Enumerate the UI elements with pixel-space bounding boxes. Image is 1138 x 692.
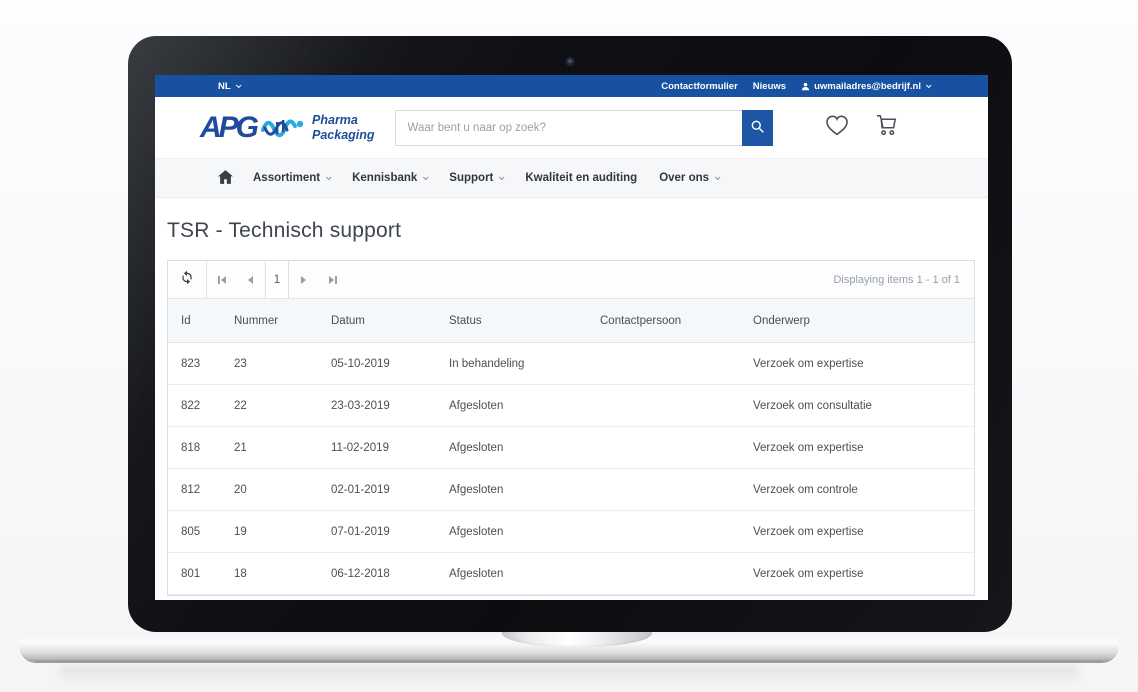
search-input[interactable] [395,110,742,146]
refresh-button[interactable] [168,261,206,298]
table-row[interactable]: 801 18 06-12-2018 Afgesloten Verzoek om … [168,553,974,595]
topbar: NL Contactformulier Nieuws uwmailadres@b… [155,75,988,97]
chevron-down-icon [236,82,242,88]
first-page-icon [221,276,226,284]
grid-toolbar: 1 Displaying items 1 - 1 of 1 [168,261,974,299]
topbar-link-nieuws[interactable]: Nieuws [753,81,786,92]
refresh-icon [180,270,194,289]
column-header-contactpersoon[interactable]: Contactpersoon [587,315,740,327]
grid-header-row: Id Nummer Datum Status Contactpersoon On… [168,299,974,343]
table-row[interactable]: 818 21 11-02-2019 Afgesloten Verzoek om … [168,427,974,469]
user-icon [801,82,810,91]
laptop-bezel: NL Contactformulier Nieuws uwmailadres@b… [128,36,1012,632]
page-content: TSR - Technisch support [155,219,988,596]
prev-page-icon [248,276,253,284]
wishlist-button[interactable] [824,114,850,142]
laptop-reflection [60,666,1078,688]
pager-last-button[interactable] [318,261,347,298]
website: NL Contactformulier Nieuws uwmailadres@b… [155,75,988,600]
table-row[interactable]: 812 20 02-01-2019 Afgesloten Verzoek om … [168,469,974,511]
cart-button[interactable] [874,114,898,142]
pager-next-button[interactable] [289,261,318,298]
chevron-down-icon [926,82,932,88]
nav-item-over-ons[interactable]: Over ons [659,172,719,184]
table-row[interactable]: 823 23 05-10-2019 In behandeling Verzoek… [168,343,974,385]
page-title: TSR - Technisch support [167,219,975,243]
laptop-base-notch [502,632,652,647]
account-menu[interactable]: uwmailadres@bedrijf.nl [801,81,930,92]
main-nav: Assortiment Kennisbank Support Kwaliteit… [155,158,988,198]
laptop-base [20,632,1118,662]
search-bar [395,110,773,146]
cart-icon [874,114,898,142]
column-header-datum[interactable]: Datum [318,315,436,327]
table-row[interactable]: 822 22 23-03-2019 Afgesloten Verzoek om … [168,385,974,427]
chevron-down-icon [499,174,505,180]
pager-current-page[interactable]: 1 [265,261,289,298]
nav-home[interactable] [218,170,233,187]
topbar-link-contactformulier[interactable]: Contactformulier [661,81,738,92]
pager-prev-button[interactable] [236,261,265,298]
logo[interactable]: APG Pharma Packaging [200,113,375,143]
chevron-down-icon [423,174,429,180]
support-tickets-grid: 1 Displaying items 1 - 1 of 1 Id Nummer … [167,260,975,596]
next-page-icon [301,276,306,284]
account-email: uwmailadres@bedrijf.nl [814,81,921,92]
logo-brand-text: APG [200,113,256,143]
nav-item-kennisbank[interactable]: Kennisbank [352,172,427,184]
search-icon [750,119,765,137]
language-selector[interactable]: NL [218,81,240,92]
logo-tagline: Pharma Packaging [312,113,375,142]
laptop-screen: NL Contactformulier Nieuws uwmailadres@b… [155,75,988,600]
heart-icon [824,114,850,142]
table-row[interactable]: 805 19 07-01-2019 Afgesloten Verzoek om … [168,511,974,553]
column-header-id[interactable]: Id [168,315,221,327]
language-label: NL [218,81,231,92]
home-icon [218,170,233,187]
pager-first-button[interactable] [207,261,236,298]
search-button[interactable] [742,110,773,146]
nav-item-assortiment[interactable]: Assortiment [253,172,330,184]
column-header-onderwerp[interactable]: Onderwerp [740,315,974,327]
dna-icon [261,113,305,143]
column-header-status[interactable]: Status [436,315,587,327]
chevron-down-icon [326,174,332,180]
nav-item-support[interactable]: Support [449,172,503,184]
site-header: APG Pharma Packaging [155,97,988,158]
column-header-nummer[interactable]: Nummer [221,315,318,327]
nav-item-kwaliteit-en-auditing[interactable]: Kwaliteit en auditing [525,172,637,184]
grid-status-text: Displaying items 1 - 1 of 1 [833,274,974,286]
chevron-down-icon [715,174,721,180]
webcam [567,58,574,65]
last-page-icon [329,276,334,284]
